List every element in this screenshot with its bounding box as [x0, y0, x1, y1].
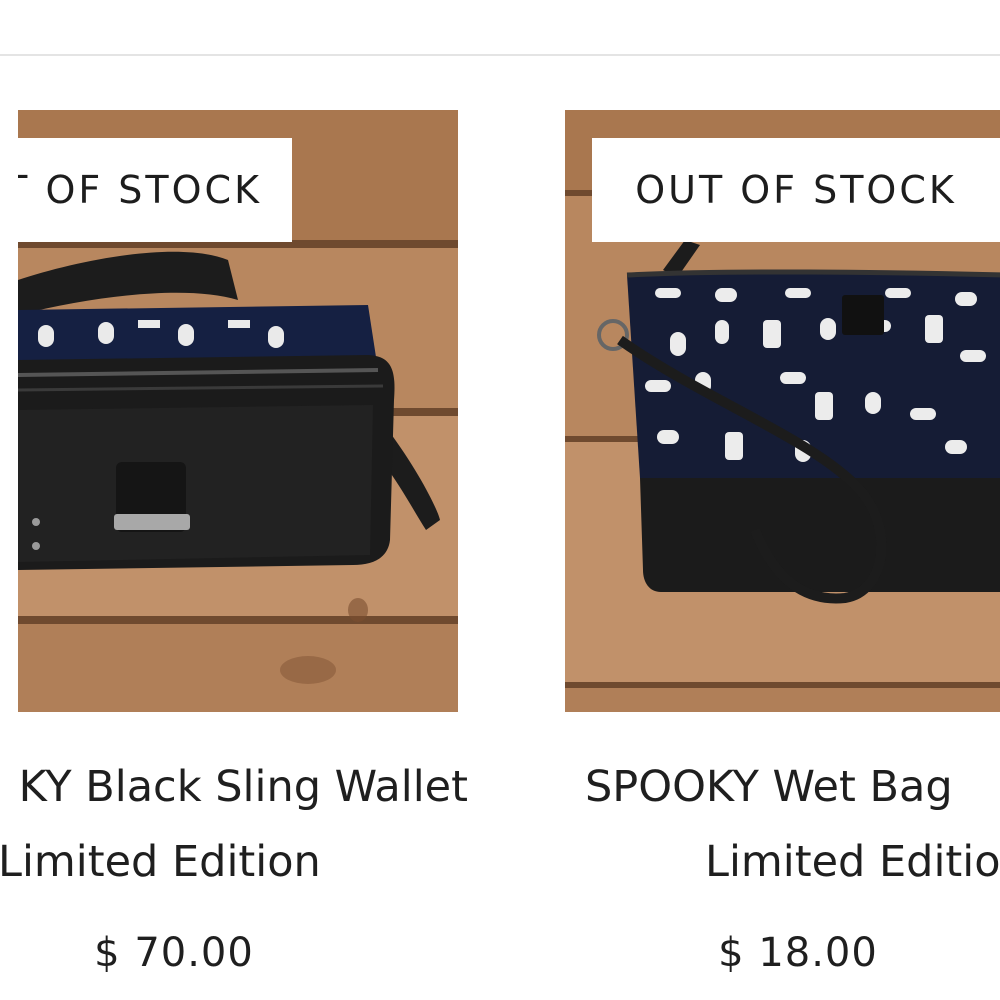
out-of-stock-badge: OUT OF STOCK	[592, 138, 1000, 242]
product-title[interactable]: SPOOKY Wet Bag Limited Editio	[585, 750, 1000, 900]
out-of-stock-badge: T OF STOCK	[18, 138, 292, 242]
product-grid-page: T OF STOCK KY Black Sling Wallet Limited…	[0, 0, 1000, 1000]
product-price: $ 70.00	[94, 930, 254, 976]
product-title-line2[interactable]: Limited Editio	[585, 825, 1000, 900]
product-title-line1[interactable]: SPOOKY Wet Bag	[585, 750, 1000, 825]
product-title[interactable]: KY Black Sling Wallet Limited Edition	[0, 750, 468, 900]
product-price: $ 18.00	[718, 930, 878, 976]
product-image[interactable]: T OF STOCK	[18, 110, 458, 712]
header-divider	[0, 54, 1000, 56]
product-card-wet-bag[interactable]: OUT OF STOCK SPOOKY Wet Bag Limited Edit…	[565, 110, 1000, 976]
product-card-sling-wallet[interactable]: T OF STOCK KY Black Sling Wallet Limited…	[0, 110, 468, 976]
product-title-line1[interactable]: KY Black Sling Wallet	[0, 750, 468, 825]
product-image[interactable]: OUT OF STOCK	[565, 110, 1000, 712]
product-title-line2[interactable]: Limited Edition	[0, 825, 468, 900]
